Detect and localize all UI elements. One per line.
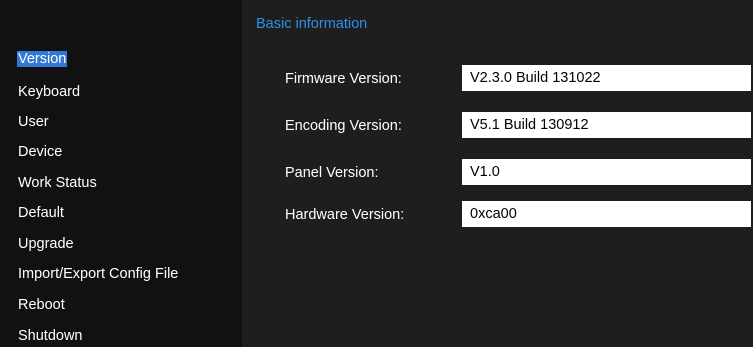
panel-version-label: Panel Version:: [285, 165, 379, 181]
encoding-version-field[interactable]: [462, 112, 751, 138]
sidebar-item-reboot[interactable]: Reboot: [18, 297, 65, 314]
sidebar-item-label: Keyboard: [18, 84, 81, 100]
encoding-version-label: Encoding Version:: [285, 118, 402, 134]
sidebar-item-default[interactable]: Default: [18, 205, 64, 222]
panel-version-field[interactable]: [462, 159, 751, 185]
settings-window: Version Keyboard User Device Work Status…: [0, 0, 753, 347]
sidebar-item-label: User: [18, 114, 49, 130]
sidebar-item-label: Device: [18, 144, 63, 160]
sidebar-item-label: Upgrade: [18, 236, 74, 252]
sidebar-item-label: Import/Export Config File: [18, 266, 179, 282]
section-title: Basic information: [256, 16, 368, 32]
sidebar: Version Keyboard User Device Work Status…: [0, 0, 242, 347]
hardware-version-field[interactable]: [462, 201, 751, 227]
sidebar-item-label: Default: [18, 205, 64, 221]
sidebar-item-label: Version: [17, 51, 68, 67]
sidebar-item-work-status[interactable]: Work Status: [18, 175, 97, 192]
hardware-version-label: Hardware Version:: [285, 207, 405, 223]
version-panel: Basic information Firmware Version: Enco…: [242, 0, 753, 347]
sidebar-item-version[interactable]: Version: [17, 51, 68, 68]
sidebar-item-keyboard[interactable]: Keyboard: [18, 84, 80, 101]
sidebar-item-user[interactable]: User: [18, 114, 49, 131]
firmware-version-label: Firmware Version:: [285, 71, 402, 87]
sidebar-item-shutdown[interactable]: Shutdown: [18, 328, 83, 345]
sidebar-item-label: Work Status: [18, 175, 97, 191]
sidebar-item-upgrade[interactable]: Upgrade: [18, 236, 74, 253]
sidebar-item-device[interactable]: Device: [18, 144, 62, 161]
sidebar-item-import-export-config[interactable]: Import/Export Config File: [18, 266, 178, 283]
sidebar-item-label: Shutdown: [18, 328, 83, 344]
sidebar-item-label: Reboot: [18, 297, 65, 313]
firmware-version-field[interactable]: [462, 65, 751, 91]
